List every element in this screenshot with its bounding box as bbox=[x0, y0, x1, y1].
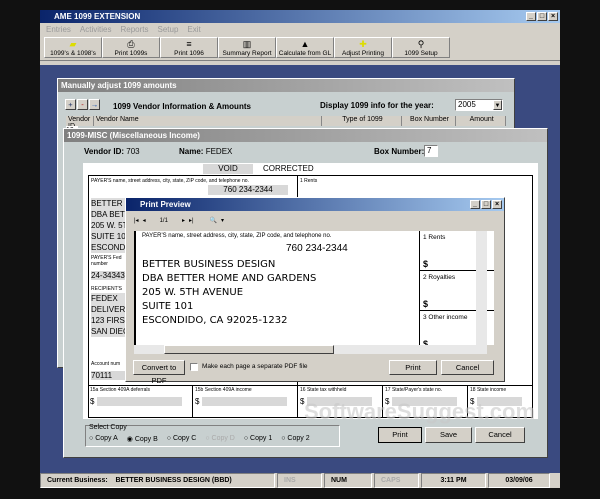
save-button[interactable]: Save bbox=[425, 427, 472, 443]
preview-address-line: ESCONDIDO, CA 92025-1232 bbox=[142, 315, 288, 326]
current-business: BETTER BUSINESS DESIGN (BBD) bbox=[115, 477, 232, 484]
vendor-id-value: 703 bbox=[126, 147, 140, 156]
b15a-field[interactable] bbox=[97, 397, 183, 406]
preview-page: PAYER'S name, street address, city, stat… bbox=[134, 231, 494, 345]
preview-address-line: DBA BETTER HOME AND GARDENS bbox=[142, 273, 317, 284]
toolbar-button-0[interactable]: ▰ 1099's & 1098's bbox=[44, 37, 102, 58]
chevron-down-icon[interactable]: ▼ bbox=[493, 100, 502, 110]
close-button[interactable]: × bbox=[492, 200, 502, 209]
minimize-button[interactable]: _ bbox=[470, 200, 480, 209]
copy-radio-0[interactable]: ○ Copy A bbox=[89, 435, 118, 443]
toolbar-button-1[interactable]: ⎙ Print 1099s bbox=[102, 37, 160, 58]
minimize-button[interactable]: _ bbox=[526, 12, 536, 21]
toolbar-label: Summary Report bbox=[222, 50, 272, 57]
adjust-window-title: Manually adjust 1099 amounts bbox=[58, 79, 514, 92]
remove-vendor-icon[interactable]: - bbox=[77, 99, 88, 110]
menu-setup[interactable]: Setup bbox=[157, 25, 178, 34]
column-header[interactable]: Type of 1099 bbox=[322, 116, 402, 126]
toolbar-button-5[interactable]: ✚ Adjust Printing bbox=[334, 37, 392, 58]
vendor-name-value: FEDEX bbox=[205, 147, 233, 156]
year-select[interactable]: 2005 ▼ bbox=[455, 99, 503, 111]
preview-address-line: BETTER BUSINESS DESIGN bbox=[142, 259, 276, 270]
toolbar-label: Print 1099s bbox=[114, 50, 148, 57]
copy-radio-4[interactable]: ○ Copy 1 bbox=[244, 435, 272, 443]
corrected-checkbox[interactable]: CORRECTED bbox=[263, 164, 314, 173]
toolbar-label: 1099 Setup bbox=[404, 50, 438, 57]
box-b15a: 15a Section 409A deferrals $ bbox=[88, 386, 193, 418]
print-button[interactable]: Print bbox=[378, 427, 422, 443]
next-page-icon[interactable]: ▸ bbox=[182, 217, 185, 224]
radio-icon: ◉ bbox=[126, 436, 135, 443]
menu-entries[interactable]: Entries bbox=[46, 25, 71, 34]
app-title: AME 1099 EXTENSION bbox=[54, 12, 141, 21]
payer-phone-field[interactable]: 760 234-2344 bbox=[208, 185, 288, 195]
preview-title-bar: Print Preview _ □ × bbox=[126, 198, 504, 211]
toolbar-button-2[interactable]: ≡ Print 1096 bbox=[160, 37, 218, 58]
select-copy-group: Select Copy ○ Copy A ◉ Copy B ○ Copy C ○ Co… bbox=[85, 424, 340, 447]
b15b-field[interactable] bbox=[202, 397, 288, 406]
maximize-button[interactable]: □ bbox=[481, 200, 491, 209]
horizontal-scrollbar[interactable] bbox=[134, 345, 487, 354]
last-page-icon[interactable]: ▸| bbox=[189, 217, 194, 224]
preview-address-line: SUITE 101 bbox=[142, 301, 194, 312]
toolbar: ▰ 1099's & 1098's ⎙ Print 1099s ≡ Print 1096 ▥… bbox=[40, 35, 560, 61]
menu-activities[interactable]: Activities bbox=[80, 25, 112, 34]
toolbar-button-4[interactable]: ▲ Calculate from GL bbox=[276, 37, 334, 58]
folder-icon: ▰ bbox=[69, 39, 77, 49]
toolbar-label: Calculate from GL bbox=[278, 50, 332, 57]
menu-reports[interactable]: Reports bbox=[120, 25, 148, 34]
toolbar-button-3[interactable]: ▥ Summary Report bbox=[218, 37, 276, 58]
print-preview-window: Print Preview _ □ × |◂ ◂ 1/1 ▸ ▸| 🔍 ▾ PAYER'S… bbox=[125, 197, 505, 385]
desktop-area: Manually adjust 1099 amounts + - → 1099 … bbox=[40, 65, 560, 473]
app-window: AME 1099 EXTENSION _ □ × Entries Activities… bbox=[40, 10, 560, 488]
toolbar-label: 1099's & 1098's bbox=[50, 50, 96, 57]
printer-icon: ⎙ bbox=[127, 39, 135, 49]
toolbar-button-6[interactable]: ⚲ 1099 Setup bbox=[392, 37, 450, 58]
box-b15b: 15b Section 409A income $ bbox=[193, 386, 298, 418]
app-title-bar: AME 1099 EXTENSION _ □ × bbox=[40, 10, 560, 23]
misc-window-title: 1099-MISC (Miscellaneous Income) bbox=[64, 129, 547, 142]
copy-radio-3[interactable]: ○ Copy D bbox=[205, 435, 235, 443]
column-header[interactable]: Amount bbox=[456, 116, 506, 126]
year-label: Display 1099 info for the year: bbox=[320, 101, 434, 110]
toolbar-label: Adjust Printing bbox=[342, 50, 384, 57]
cancel-button[interactable]: Cancel bbox=[475, 427, 525, 443]
copy-radio-1[interactable]: ◉ Copy B bbox=[127, 435, 158, 443]
copy-radio-5[interactable]: ○ Copy 2 bbox=[281, 435, 309, 443]
maximize-button[interactable]: □ bbox=[537, 12, 547, 21]
import-icon[interactable]: → bbox=[89, 99, 100, 110]
adjust-heading: 1099 Vendor Information & Amounts bbox=[113, 102, 251, 111]
separate-pdf-checkbox[interactable] bbox=[190, 363, 198, 371]
copy-radio-2[interactable]: ○ Copy C bbox=[167, 435, 197, 443]
preview-print-button[interactable]: Print bbox=[389, 360, 437, 375]
vertical-scrollbar[interactable] bbox=[476, 231, 487, 345]
menu-exit[interactable]: Exit bbox=[187, 25, 200, 34]
column-header[interactable]: Vendor Name bbox=[94, 116, 323, 126]
first-page-icon[interactable]: |◂ bbox=[134, 217, 139, 224]
menu-bar: Entries Activities Reports Setup Exit bbox=[40, 23, 560, 35]
close-button[interactable]: × bbox=[548, 12, 558, 21]
column-header[interactable]: Vendor ID bbox=[66, 116, 94, 130]
page-indicator: 1/1 bbox=[159, 217, 168, 224]
report-icon: ▥ bbox=[242, 39, 252, 49]
box-number-input[interactable]: 7 bbox=[424, 145, 438, 157]
convert-to-pdf-button[interactable]: Convert to PDF bbox=[133, 360, 185, 385]
calculator-icon: ▲ bbox=[300, 39, 310, 49]
preview-address-line: 205 W. 5TH AVENUE bbox=[142, 287, 244, 298]
add-vendor-icon[interactable]: + bbox=[65, 99, 76, 110]
preview-cancel-button[interactable]: Cancel bbox=[441, 360, 494, 375]
document-icon: ≡ bbox=[186, 39, 192, 49]
adjust-icon: ✚ bbox=[359, 39, 367, 49]
column-header[interactable]: Box Number bbox=[402, 116, 457, 126]
wrench-icon: ⚲ bbox=[417, 39, 425, 49]
watermark: SoftwareSuggest.com bbox=[304, 399, 536, 424]
void-checkbox[interactable]: VOID bbox=[203, 164, 253, 174]
vendor-table-header: Vendor IDVendor NameType of 1099Box Numb… bbox=[66, 116, 506, 130]
prev-page-icon[interactable]: ◂ bbox=[143, 217, 146, 224]
status-bar: Current Business: BETTER BUSINESS DESIGN… bbox=[40, 473, 560, 488]
zoom-icon[interactable]: 🔍 bbox=[210, 217, 217, 224]
zoom-dropdown[interactable]: ▾ bbox=[221, 217, 224, 224]
toolbar-label: Print 1096 bbox=[174, 50, 204, 57]
